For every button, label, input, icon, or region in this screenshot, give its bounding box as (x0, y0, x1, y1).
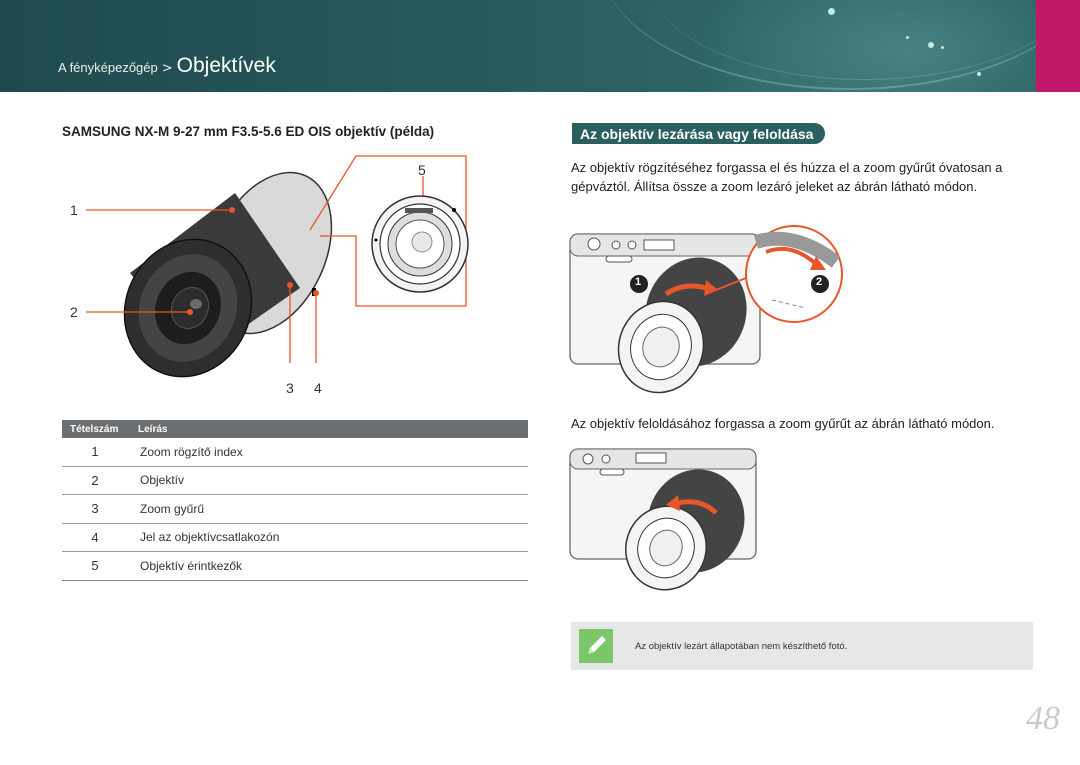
row-number: 1 (91, 444, 99, 460)
lens-model-subtitle: SAMSUNG NX-M 9-27 mm F3.5-5.6 ED OIS obj… (62, 124, 435, 139)
row-description: Objektív (140, 473, 185, 488)
unlock-instructions: Az objektív feloldásához forgassa a zoom… (571, 416, 995, 431)
breadcrumb-separator: > (161, 61, 173, 76)
page-header: A fényképezőgép > Objektívek (0, 0, 1080, 92)
table-row: 2 Objektív (62, 467, 528, 495)
callout-2: 2 (70, 304, 78, 320)
page-number: 48 (1026, 700, 1060, 737)
lens-illustration (86, 155, 469, 378)
table-row: 1 Zoom rögzítő index (62, 438, 528, 467)
chapter-tab[interactable] (1036, 0, 1080, 92)
table-row: 3 Zoom gyűrű (62, 495, 528, 524)
row-number: 2 (91, 472, 99, 488)
camera-unlock-illustration (566, 443, 766, 593)
header-sparkle (906, 36, 909, 39)
column-header-description: Leírás (138, 423, 168, 435)
note-box: Az objektív lezárt állapotában nem készí… (571, 622, 1033, 670)
breadcrumb: A fényképezőgép > Objektívek (58, 54, 276, 80)
header-sparkle (928, 42, 934, 48)
column-header-number: Tételszám (70, 423, 119, 435)
row-description: Zoom rögzítő index (140, 444, 243, 459)
step-marker-1: 1 (635, 276, 642, 288)
pencil-note-icon (579, 629, 613, 663)
step-marker-2: 2 (816, 276, 823, 288)
camera-unlock-drawing (569, 448, 757, 591)
callout-5: 5 (418, 162, 426, 178)
table-row: 5 Objektív érintkezők (62, 552, 528, 581)
table-row: 4 Jel az objektívcsatlakozón (62, 524, 528, 552)
callout-1: 1 (70, 202, 78, 218)
row-number: 5 (91, 558, 99, 574)
callout-4: 4 (314, 380, 322, 396)
parts-table: Tételszám Leírás 1 Zoom rögzítő index 2 … (62, 420, 528, 581)
camera-lock-illustration: 1 2 (566, 212, 856, 402)
header-sparkle (977, 72, 981, 76)
header-sparkle (828, 8, 835, 15)
row-description: Zoom gyűrű (140, 501, 205, 516)
header-sparkle (941, 46, 944, 49)
row-description: Objektív érintkezők (140, 558, 243, 573)
lock-instructions: Az objektív rögzítéséhez forgassa el és … (571, 160, 1003, 194)
camera-lock-drawing (569, 225, 843, 394)
page-title: Objektívek (176, 54, 276, 77)
breadcrumb-parent[interactable]: A fényképezőgép (58, 60, 158, 75)
row-number: 3 (91, 501, 99, 517)
section-title: Az objektív lezárása vagy feloldása (572, 123, 826, 144)
row-number: 4 (91, 529, 99, 545)
table-header: Tételszám Leírás (62, 420, 528, 438)
note-text: Az objektív lezárt állapotában nem készí… (635, 640, 848, 652)
lens-body (123, 171, 333, 378)
lens-mount-rear-view (371, 195, 469, 293)
callout-3: 3 (286, 380, 294, 396)
row-description: Jel az objektívcsatlakozón (140, 530, 280, 545)
lens-diagram: 1 2 3 4 5 (60, 148, 530, 408)
